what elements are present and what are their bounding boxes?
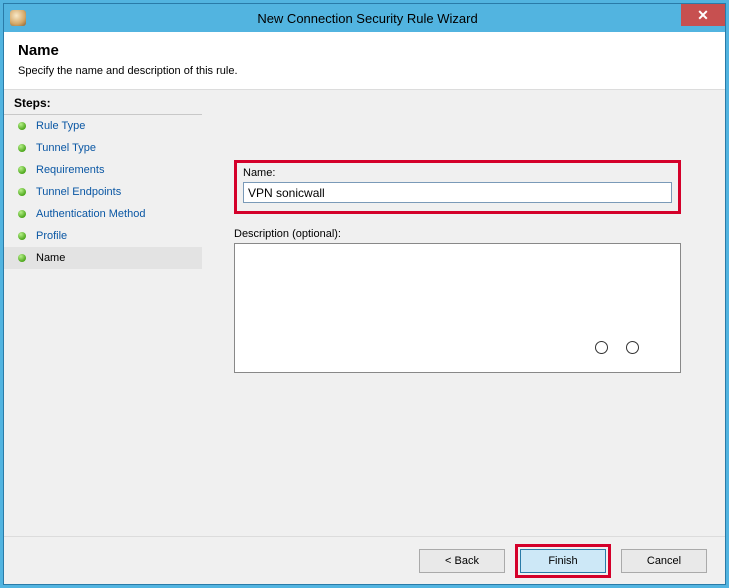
close-icon: ✕	[697, 7, 709, 24]
step-label: Tunnel Endpoints	[36, 186, 121, 198]
step-label: Authentication Method	[36, 208, 145, 220]
name-field-highlight: Name:	[234, 160, 681, 214]
wizard-window: New Connection Security Rule Wizard ✕ Na…	[3, 3, 726, 585]
step-bullet-icon	[18, 166, 26, 174]
step-bullet-icon	[18, 210, 26, 218]
step-profile[interactable]: Profile	[4, 225, 202, 247]
step-label: Tunnel Type	[36, 142, 96, 154]
description-textarea[interactable]	[234, 243, 681, 373]
window-title: New Connection Security Rule Wizard	[10, 11, 725, 26]
step-bullet-icon	[18, 232, 26, 240]
page-subtitle: Specify the name and description of this…	[18, 65, 711, 77]
step-tunnel-endpoints[interactable]: Tunnel Endpoints	[4, 181, 202, 203]
step-bullet-icon	[18, 144, 26, 152]
finish-button[interactable]: Finish	[520, 549, 606, 573]
step-tunnel-type[interactable]: Tunnel Type	[4, 137, 202, 159]
wizard-header: Name Specify the name and description of…	[4, 32, 725, 90]
wizard-footer: < Back Finish Cancel	[4, 536, 725, 584]
step-label: Profile	[36, 230, 67, 242]
step-bullet-icon	[18, 188, 26, 196]
page-title: Name	[18, 42, 711, 59]
step-requirements[interactable]: Requirements	[4, 159, 202, 181]
steps-heading: Steps:	[4, 90, 202, 115]
step-bullet-icon	[18, 122, 26, 130]
content-pane: Name: Description (optional):	[202, 90, 725, 536]
name-label: Name:	[243, 167, 672, 179]
step-name[interactable]: Name	[4, 247, 202, 269]
step-rule-type[interactable]: Rule Type	[4, 115, 202, 137]
back-button[interactable]: < Back	[419, 549, 505, 573]
form-area: Name: Description (optional):	[234, 160, 681, 376]
step-authentication-method[interactable]: Authentication Method	[4, 203, 202, 225]
finish-button-highlight: Finish	[515, 544, 611, 578]
step-label: Rule Type	[36, 120, 85, 132]
step-label: Name	[36, 252, 65, 264]
steps-sidebar: Steps: Rule Type Tunnel Type Requirement…	[4, 90, 202, 536]
description-label: Description (optional):	[234, 228, 681, 240]
cancel-button[interactable]: Cancel	[621, 549, 707, 573]
wizard-body: Steps: Rule Type Tunnel Type Requirement…	[4, 90, 725, 536]
description-block: Description (optional):	[234, 228, 681, 376]
titlebar[interactable]: New Connection Security Rule Wizard ✕	[4, 4, 725, 32]
name-input[interactable]	[243, 182, 672, 203]
step-bullet-icon	[18, 254, 26, 262]
close-button[interactable]: ✕	[681, 4, 725, 26]
step-label: Requirements	[36, 164, 104, 176]
